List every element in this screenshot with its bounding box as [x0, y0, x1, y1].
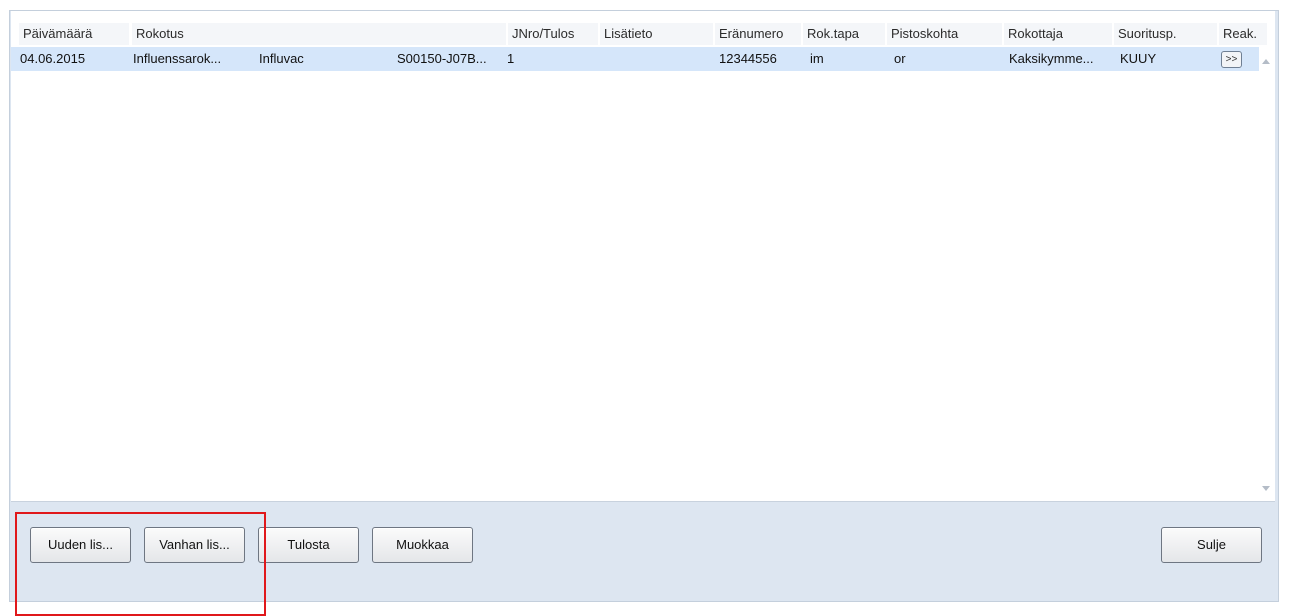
print-button[interactable]: Tulosta [258, 527, 359, 563]
cell-jnro: 1 [507, 51, 515, 66]
cell-info [600, 47, 700, 71]
column-header-batch[interactable]: Eränumero [715, 23, 801, 45]
column-header-site[interactable]: Pistoskohta [887, 23, 1002, 45]
column-header-place[interactable]: Suoritusp. [1114, 23, 1217, 45]
cell-site: or [894, 51, 906, 66]
cell-product: Influvac [259, 51, 304, 66]
annotation-highlight-box [15, 512, 266, 616]
column-header-reaction[interactable]: Reak. [1219, 23, 1267, 45]
vertical-scrollbar[interactable] [1259, 47, 1275, 501]
cell-batch: 12344556 [719, 51, 777, 66]
vaccination-table: Päivämäärä Rokotus JNro/Tulos Lisätieto … [11, 11, 1275, 502]
scroll-down-arrow-icon[interactable] [1262, 486, 1270, 491]
table-row[interactable]: 04.06.2015 Influenssarok... Influvac S00… [11, 47, 1259, 71]
cell-vaccination: Influenssarok... [133, 51, 222, 66]
scroll-up-arrow-icon[interactable] [1262, 59, 1270, 64]
column-header-jnro[interactable]: JNro/Tulos [508, 23, 598, 45]
cell-date: 04.06.2015 [20, 51, 86, 66]
cell-place: KUUY [1120, 51, 1157, 66]
column-header-vaccination[interactable]: Rokotus [132, 23, 506, 45]
cell-vaccinator: Kaksikymme... [1009, 51, 1094, 66]
edit-button[interactable]: Muokkaa [372, 527, 473, 563]
close-button[interactable]: Sulje [1161, 527, 1262, 563]
column-header-date[interactable]: Päivämäärä [19, 23, 129, 45]
cell-code: S00150-J07B... [397, 51, 487, 66]
cell-method: im [810, 51, 824, 66]
table-header: Päivämäärä Rokotus JNro/Tulos Lisätieto … [11, 23, 1275, 45]
column-header-vaccinator[interactable]: Rokottaja [1004, 23, 1112, 45]
reaction-details-button[interactable]: >> [1221, 51, 1242, 68]
column-header-info[interactable]: Lisätieto [600, 23, 713, 45]
column-header-method[interactable]: Rok.tapa [803, 23, 885, 45]
